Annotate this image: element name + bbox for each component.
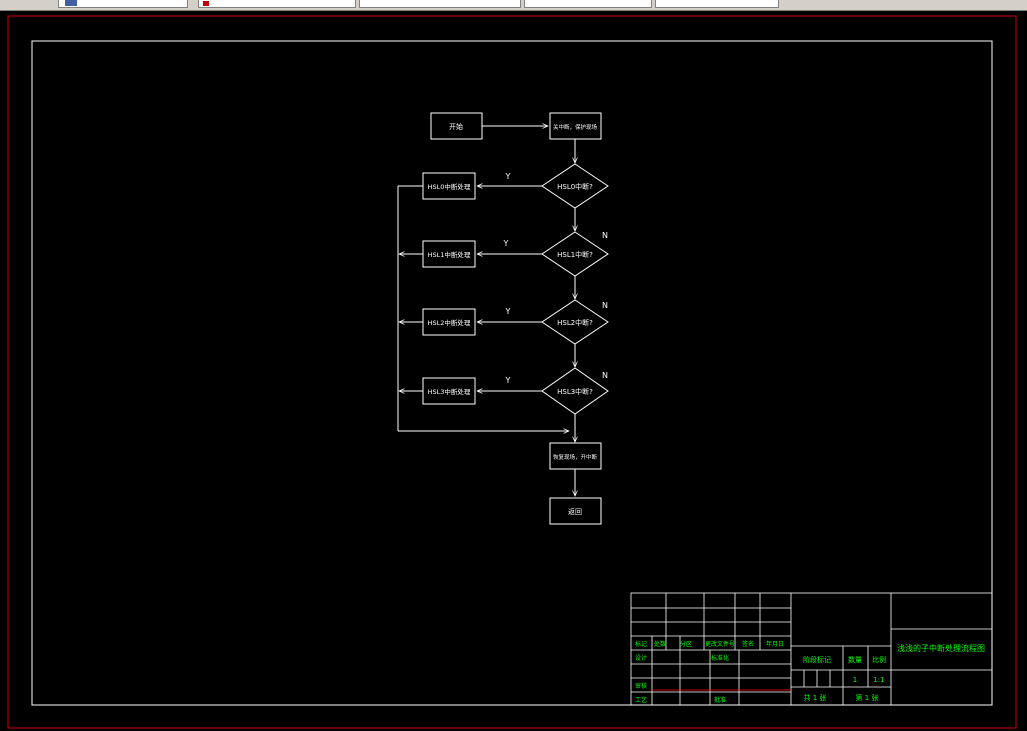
header-count: 处数 — [654, 640, 666, 648]
handler-text-0: HSL0中断处理 — [428, 182, 471, 191]
color-swatch-icon — [203, 1, 209, 6]
yes-label-2: Y — [505, 307, 511, 316]
stage-label: 阶段标记 — [803, 655, 831, 664]
handler-text-3: HSL3中断处理 — [428, 387, 471, 396]
no-label-1: N — [602, 231, 608, 240]
row-process: 工艺 — [635, 696, 647, 704]
init-text: 关中断，保护现场 — [553, 123, 598, 131]
scale-label: 比例 — [872, 655, 886, 664]
handler-text-1: HSL1中断处理 — [428, 250, 471, 259]
decision-text-0: HSL0中断? — [557, 182, 593, 191]
decision-text-3: HSL3中断? — [557, 387, 593, 396]
row-design: 设计 — [635, 654, 647, 662]
decision-text-2: HSL2中断? — [557, 318, 593, 327]
color-dropdown[interactable] — [198, 0, 356, 8]
no-label-2: N — [602, 301, 608, 310]
yes-label-0: Y — [505, 172, 511, 181]
weight-label: 数量 — [848, 655, 862, 664]
layer-icon — [65, 0, 77, 6]
no-label-3: N — [602, 371, 608, 380]
scale-value: 1:1 — [873, 676, 884, 684]
yes-label-1: Y — [503, 239, 509, 248]
header-zone: 分区 — [680, 640, 692, 648]
plotstyle-dropdown[interactable] — [655, 0, 779, 8]
sheet-outer-border — [7, 15, 1017, 729]
drawing-canvas[interactable]: 开始 关中断，保护现场 HSL0中断? HSL1中断? HSL2中断? HSL3… — [0, 10, 1027, 731]
sheets-total: 共 1 张 — [804, 693, 827, 702]
start-text: 开始 — [449, 122, 463, 131]
end-text: 返回 — [568, 508, 582, 516]
header-mark: 标记 — [635, 640, 647, 648]
handler-text-2: HSL2中断处理 — [428, 318, 471, 327]
row-review: 审核 — [635, 682, 647, 690]
row-standard: 标准化 — [711, 654, 729, 662]
sheet-number: 第 1 张 — [856, 693, 879, 702]
drawing-title: 浅浅的子中断处理流程图 — [897, 643, 985, 653]
yes-label-3: Y — [505, 376, 511, 385]
row-approve: 批准 — [714, 696, 726, 704]
header-date: 年月日 — [766, 640, 784, 648]
lineweight-dropdown[interactable] — [524, 0, 652, 8]
header-change-doc: 更改文件号 — [705, 640, 735, 648]
flowchart-text: 开始 关中断，保护现场 HSL0中断? HSL1中断? HSL2中断? HSL3… — [428, 122, 608, 516]
layer-dropdown[interactable] — [58, 0, 188, 8]
weight-value: 1 — [853, 676, 857, 684]
decision-text-1: HSL1中断? — [557, 250, 593, 259]
restore-text: 恢复现场，开中断 — [553, 453, 598, 461]
sheet-inner-frame — [31, 40, 993, 706]
header-sign: 签名 — [742, 640, 754, 648]
linetype-dropdown[interactable] — [359, 0, 521, 8]
